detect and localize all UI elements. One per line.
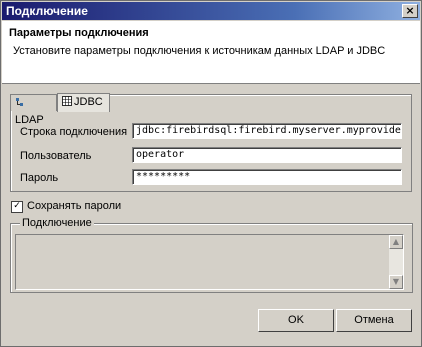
cancel-button[interactable]: Отмена [336,309,412,332]
title-bar[interactable]: Подключение × [2,2,420,20]
scroll-down-button[interactable]: ▼ [389,275,403,289]
header-title: Параметры подключения [9,27,149,39]
ldap-icon [15,96,25,106]
table-icon [62,95,72,106]
tab-jdbc[interactable]: JDBC [57,93,110,112]
close-button[interactable]: × [402,4,418,18]
connection-string-label: Строка подключения [20,126,128,138]
header-subtitle: Установите параметры подключения к источ… [13,45,386,57]
close-icon: × [405,4,415,17]
scroll-up-button[interactable]: ▲ [389,235,403,249]
password-label: Пароль [20,172,59,184]
user-input[interactable]: operator [132,147,402,163]
save-passwords-checkbox[interactable]: ✓ [11,201,23,213]
connection-group-legend: Подключение [20,217,94,229]
window-title: Подключение [6,4,88,18]
user-label: Пользователь [20,150,92,162]
save-passwords-label[interactable]: Сохранять пароли [27,200,121,212]
tab-ldap-label: LDAP [15,114,44,126]
tab-jdbc-label: JDBC [74,96,103,108]
dialog-header: Параметры подключения Установите парамет… [2,21,420,84]
connection-log-area[interactable]: ▲ ▼ [15,234,404,290]
password-input[interactable]: ********* [132,169,402,185]
connection-string-input[interactable]: jdbc:firebirdsql:firebird.myserver.mypro… [132,123,402,139]
ok-button[interactable]: OK [258,309,334,332]
tab-ldap[interactable]: LDAP [10,94,57,126]
vertical-scrollbar[interactable]: ▲ ▼ [389,235,403,289]
